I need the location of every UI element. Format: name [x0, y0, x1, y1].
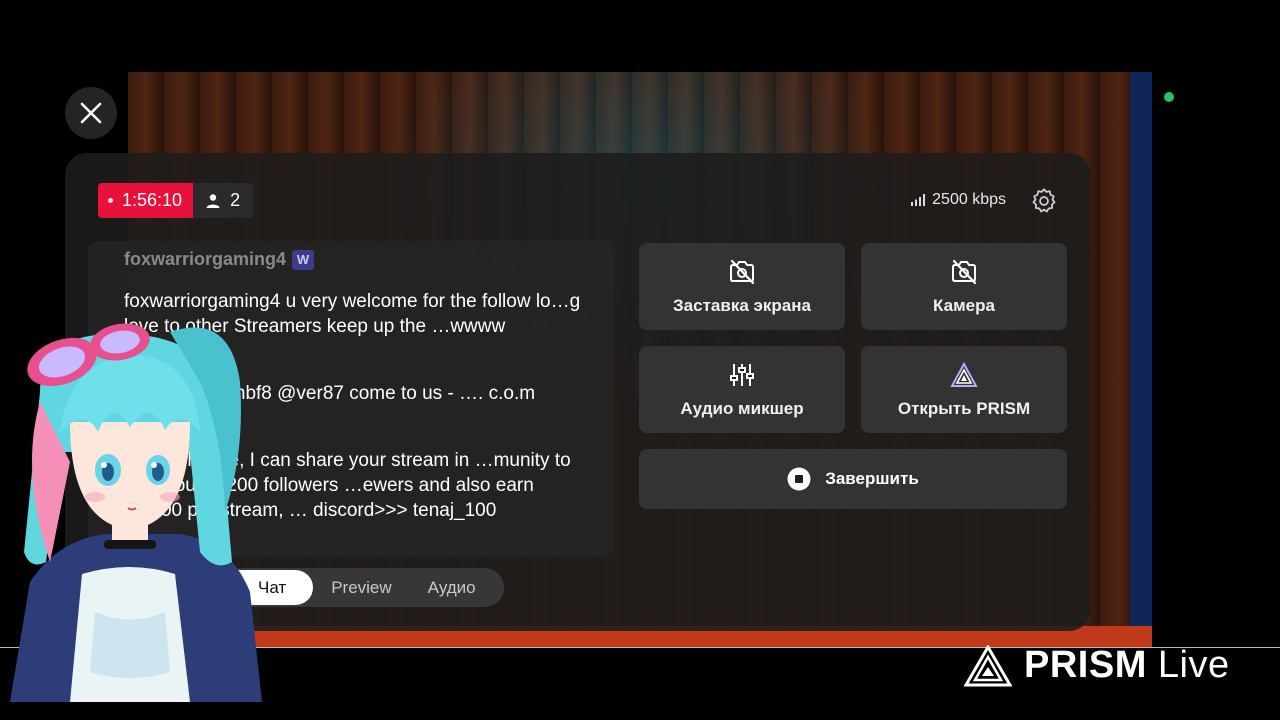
status-indicator-dot [1164, 92, 1174, 102]
sliders-icon [730, 363, 754, 386]
close-icon [80, 102, 102, 124]
vtuber-avatar-image [10, 323, 262, 702]
chat-header-user: foxwarriorgaming4 W [124, 249, 315, 270]
viewer-count: 2 [193, 183, 254, 218]
audio-mixer-button[interactable]: Аудио микшер [639, 346, 845, 433]
user-badge-icon: W [292, 249, 315, 270]
live-duration-text: 1:56:10 [122, 190, 183, 210]
bitrate-indicator: 2500 kbps [911, 191, 1006, 209]
gear-icon [1032, 188, 1056, 213]
prism-logo-icon [964, 644, 1012, 686]
stop-icon [787, 467, 811, 491]
end-stream-label: Завершить [825, 469, 919, 488]
live-status-pill: 1:56:10 2 [98, 183, 254, 218]
camera-button[interactable]: Камера [861, 243, 1067, 330]
brand-name-bold: PRISM [1024, 644, 1147, 686]
screen-saver-label: Заставка экрана [673, 295, 811, 315]
audio-mixer-label: Аудио микшер [680, 398, 804, 418]
end-stream-button[interactable]: Завершить [639, 449, 1067, 509]
live-dot-icon [108, 198, 113, 203]
signal-icon [911, 194, 926, 206]
chat-header-username: foxwarriorgaming4 [124, 249, 287, 269]
tab-audio[interactable]: Аудио [410, 570, 494, 605]
prism-logo-icon [950, 361, 978, 387]
brand-name-light: Live [1157, 644, 1230, 686]
screen-saver-button[interactable]: Заставка экрана [639, 243, 845, 330]
live-duration: 1:56:10 [98, 183, 194, 218]
settings-button[interactable] [1029, 186, 1059, 216]
open-prism-button[interactable]: Открыть PRISM [861, 346, 1067, 433]
tab-preview[interactable]: Preview [313, 570, 409, 605]
viewer-count-text: 2 [230, 190, 241, 210]
close-button[interactable] [65, 87, 117, 139]
bitrate-text: 2500 kbps [932, 191, 1006, 208]
open-prism-label: Открыть PRISM [897, 398, 1031, 418]
camera-off-icon [952, 259, 977, 284]
person-icon [206, 193, 220, 208]
prism-live-watermark: PRISM Live [964, 644, 1230, 687]
camera-label: Камера [933, 295, 995, 315]
screen-saver-off-icon [730, 259, 755, 284]
